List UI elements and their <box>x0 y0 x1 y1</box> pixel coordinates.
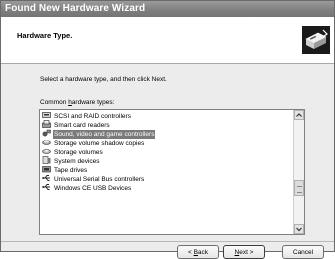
title-bar[interactable]: Found New Hardware Wizard <box>1 1 334 17</box>
back-button[interactable]: < Back <box>177 245 219 259</box>
scroll-up-button[interactable] <box>294 110 304 120</box>
listbox-scrollbar[interactable] <box>293 110 304 234</box>
sound-video-game-icon <box>42 129 51 137</box>
list-item[interactable]: Smart card readers <box>42 120 292 129</box>
wizard-window: Found New Hardware Wizard Hardware Type.… <box>0 0 335 259</box>
smart-card-reader-icon <box>42 120 51 128</box>
list-item-label: Windows CE USB Devices <box>54 185 132 192</box>
hardware-wizard-icon <box>302 26 330 54</box>
tape-drive-icon <box>42 166 51 173</box>
list-item[interactable]: System devices <box>42 156 292 165</box>
list-item[interactable]: SCSI and RAID controllers <box>42 111 292 120</box>
scroll-down-button[interactable] <box>294 224 304 234</box>
storage-shadow-copy-icon <box>42 140 51 145</box>
cancel-button[interactable]: Cancel <box>282 245 324 259</box>
chevron-down-icon <box>296 227 302 232</box>
list-item[interactable]: Universal Serial Bus controllers <box>42 174 292 183</box>
list-item[interactable]: Storage volume shadow copies <box>42 138 292 147</box>
window-title: Found New Hardware Wizard <box>5 3 146 14</box>
wizard-header: Hardware Type. <box>1 17 334 64</box>
list-item[interactable]: Windows CE USB Devices <box>42 183 292 192</box>
scroll-thumb[interactable] <box>294 180 304 196</box>
windows-ce-usb-icon <box>42 184 50 190</box>
instruction-text: Select a hardware type, and then click N… <box>40 76 167 83</box>
list-label: Common hardware types: <box>40 99 115 106</box>
scsi-controller-icon <box>42 112 51 118</box>
next-button[interactable]: Next > <box>223 245 265 259</box>
chevron-up-icon <box>296 113 302 117</box>
list-item[interactable]: Storage volumes <box>42 147 292 156</box>
hardware-type-listbox[interactable]: SCSI and RAID controllers Smart card rea… <box>39 109 305 235</box>
usb-controller-icon <box>42 175 50 181</box>
list-item[interactable]: Tape drives <box>42 165 292 174</box>
footer-divider <box>1 241 334 242</box>
page-title: Hardware Type. <box>17 31 73 40</box>
list-item[interactable]: Sound, video and game controllers <box>42 129 292 139</box>
storage-volume-icon <box>42 149 51 154</box>
system-device-icon <box>42 156 51 164</box>
